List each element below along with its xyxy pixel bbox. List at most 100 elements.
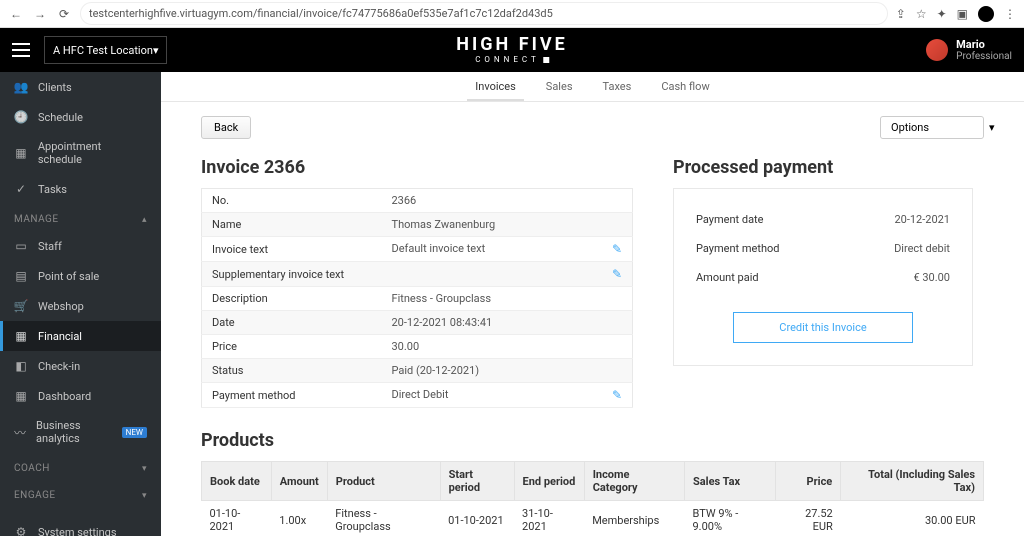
sidebar-section-coach[interactable]: COACH ▾ [0,453,161,480]
sidebar-section-label: MANAGE [14,214,59,225]
payment-card: Payment date 20-12-2021 Payment methodDire… [673,188,973,366]
column-header: End period [514,462,584,501]
user-menu[interactable]: Mario Professional [926,38,1012,62]
sidebar-section-engage[interactable]: ENGAGE ▾ [0,480,161,507]
field-label: Description [202,287,382,311]
table-row: Supplementary invoice text✎ [202,262,633,287]
credit-invoice-button[interactable]: Credit this Invoice [733,312,913,343]
sidebar-section-manage[interactable]: MANAGE ▴ [0,204,161,231]
sidebar-item-label: Clients [38,81,72,94]
table-row: Date20-12-2021 08:43:41 [202,311,633,335]
finance-subtabs: Invoices Sales Taxes Cash flow [161,72,1024,102]
tab-cash-flow[interactable]: Cash flow [661,73,709,100]
cell-category: Memberships [584,501,684,536]
sidebar-item-webshop[interactable]: 🛒Webshop [0,291,161,321]
cell-book-date: 01-10-2021 [202,501,272,536]
extension-icons: ⇪ ☆ ✦ ▣ ⋮ [896,6,1016,22]
sidebar-item-financial[interactable]: ▦Financial [0,321,161,351]
check-icon: ✓ [14,182,28,196]
tab-invoices[interactable]: Invoices [475,73,516,100]
cal-plus-icon: ▦ [14,146,28,160]
reload-icon[interactable]: ⟳ [56,6,72,22]
sidebar-item-tasks[interactable]: ✓ Tasks [0,174,161,204]
field-label: Status [202,359,382,383]
edit-icon[interactable]: ✎ [612,267,622,281]
sidebar-item-business-analytics[interactable]: 〰Business analyticsNEW [0,411,161,453]
sidebar: 👥 Clients 🕘Schedule▦Appointment schedule ✓ T… [0,72,161,536]
options-button[interactable]: Options ▾ [880,116,984,139]
field-value: 20-12-2021 [894,213,950,226]
forward-icon[interactable]: → [32,6,48,22]
sidebar-item-point-of-sale[interactable]: ▤Point of sale [0,261,161,291]
hamburger-icon[interactable] [12,43,30,57]
payment-row: Amount paid € 30.00 [696,263,950,292]
chart-icon: 〰 [14,425,26,439]
edit-icon[interactable]: ✎ [612,388,622,402]
brand-sub: CONNECT [456,56,567,64]
sidebar-item-label: Dashboard [38,390,91,403]
share-icon[interactable]: ⇪ [896,7,906,21]
sidebar-item-label: Business analytics [36,419,108,445]
column-header: Amount [271,462,327,501]
field-value: € 30.00 [913,271,950,284]
brand-main: HIGH FIVE [456,36,567,54]
grid-icon: ▦ [14,389,28,403]
sidebar-item-clients[interactable]: 👥 Clients [0,72,161,102]
puzzle-icon[interactable]: ✦ [937,7,947,21]
star-icon[interactable]: ☆ [916,7,927,21]
calc-icon: ▦ [14,329,28,343]
user-name: Mario [956,38,1012,51]
cell-product: Fitness - Groupclass [327,501,440,536]
table-row: NameThomas Zwanenburg [202,213,633,237]
kebab-icon[interactable]: ⋮ [1004,7,1016,21]
location-select[interactable]: A HFC Test Location ▾ [44,36,167,64]
profile-icon[interactable] [978,6,994,22]
table-row: No.2366 [202,189,633,213]
main-content: Invoices Sales Taxes Cash flow Back Options… [161,72,1024,536]
column-header: Income Category [584,462,684,501]
sidebar-item-label: Staff [38,240,62,253]
cell-total: 30.00 EUR [841,501,984,536]
sidebar-item-check-in[interactable]: ◧Check-in [0,351,161,381]
edit-icon[interactable]: ✎ [612,242,622,256]
sidebar-item-dashboard[interactable]: ▦ Dashboard [0,381,161,411]
back-icon[interactable]: ← [8,6,24,22]
field-value: 20-12-2021 08:43:41 [382,311,633,335]
door-icon: ◧ [14,359,28,373]
field-value: 30.00 [382,335,633,359]
sidebar-item-label: Tasks [38,183,67,196]
sidebar-item-staff[interactable]: ▭Staff [0,231,161,261]
field-value: Thomas Zwanenburg [382,213,633,237]
payment-row: Payment date 20-12-2021 [696,205,950,234]
url-bar[interactable]: testcenterhighfive.virtuagym.com/financi… [80,2,888,25]
sidebar-section-label: COACH [14,463,50,474]
payment-row: Payment methodDirect debit [696,234,950,263]
column-header: Sales Tax [685,462,776,501]
back-button[interactable]: Back [201,116,251,139]
app-topbar: A HFC Test Location ▾ HIGH FIVE CONNECT … [0,28,1024,72]
sidebar-item-label: Webshop [38,300,84,313]
sidebar-item-appointment-schedule[interactable]: ▦Appointment schedule [0,132,161,174]
products-table: Book dateAmountProductStart periodEnd pe… [201,461,984,536]
field-label: Payment date [696,213,764,226]
cell-start: 01-10-2021 [440,501,514,536]
tab-taxes[interactable]: Taxes [603,73,632,100]
pos-icon: ▤ [14,269,28,283]
sidebar-item-schedule[interactable]: 🕘Schedule [0,102,161,132]
tab-sales[interactable]: Sales [546,73,573,100]
clock-icon: 🕘 [14,110,28,124]
chevron-down-icon: ▾ [153,44,159,57]
avatar [926,39,948,61]
field-label: Name [202,213,382,237]
panel-icon[interactable]: ▣ [957,7,968,21]
brand-logo: HIGH FIVE CONNECT [456,36,567,64]
cell-amount: 1.00x [271,501,327,536]
column-header: Start period [440,462,514,501]
table-row: 01-10-2021 1.00x Fitness - Groupclass 01… [202,501,984,536]
users-icon: 👥 [14,80,28,94]
field-label: Amount paid [696,271,759,284]
sidebar-item-system-settings[interactable]: ⚙System settings [0,517,161,536]
user-role: Professional [956,51,1012,62]
invoice-details-table: No.2366NameThomas ZwanenburgInvoice text… [201,188,633,408]
products-title: Products [201,430,984,451]
